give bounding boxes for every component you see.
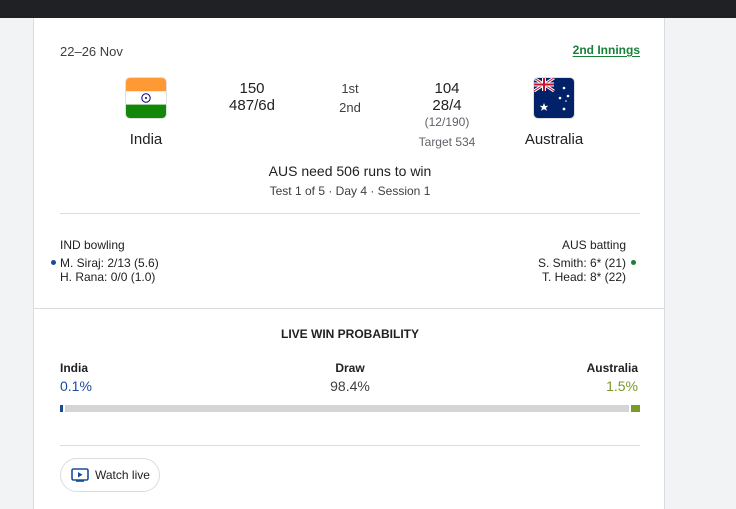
wp-india-value: 0.1%	[60, 378, 92, 394]
batter-1: S. Smith: 6* (21)	[537, 256, 626, 270]
batting-heading: AUS batting	[561, 238, 626, 252]
bowler-2: H. Rana: 0/0 (1.0)	[60, 270, 156, 284]
wp-bar-australia	[631, 405, 640, 412]
innings-2-label: 2nd	[339, 100, 361, 115]
live-indicator-icon	[51, 260, 56, 265]
home-score-2nd: 487/6d	[229, 97, 275, 114]
top-bar	[0, 0, 736, 18]
team-away-name: Australia	[524, 131, 584, 148]
bowling-heading: IND bowling	[60, 238, 125, 252]
win-probability-title: LIVE WIN PROBABILITY	[281, 327, 419, 341]
australia-flag-icon	[534, 78, 574, 118]
watch-live-button[interactable]: Watch live	[60, 458, 160, 492]
divider-middle	[34, 308, 664, 309]
bowling-panel: IND bowling M. Siraj: 2/13 (5.6) H. Rana…	[51, 238, 159, 284]
team-home-name: India	[129, 131, 163, 148]
wp-bar-draw	[65, 405, 630, 412]
batter-2: T. Head: 8* (22)	[541, 270, 626, 284]
team-home[interactable]: India	[86, 78, 206, 148]
watch-live-label: Watch live	[95, 468, 150, 482]
divider-bottom	[60, 445, 640, 446]
away-score: 104 28/4 (12/190) Target 534	[402, 80, 492, 150]
bowler-1: M. Siraj: 2/13 (5.6)	[60, 256, 159, 270]
wp-draw-value: 98.4%	[330, 378, 370, 394]
innings-link[interactable]: 2nd Innings	[573, 43, 640, 57]
wp-bar-india	[60, 405, 63, 412]
home-score-1st: 150	[239, 80, 265, 97]
wp-draw-label: Draw	[335, 361, 365, 375]
innings-1-label: 1st	[341, 81, 359, 96]
target-text: Target 534	[418, 135, 476, 149]
batting-panel: AUS batting S. Smith: 6* (21) T. Head: 8…	[537, 238, 636, 284]
bowler-row: M. Siraj: 2/13 (5.6)	[51, 256, 159, 270]
india-flag-icon	[126, 78, 166, 118]
team-away[interactable]: Australia	[494, 78, 614, 148]
match-sub-status: Test 1 of 5 · Day 4 · Session 1	[269, 184, 431, 198]
play-screen-icon	[71, 468, 89, 482]
match-dates: 22–26 Nov	[60, 44, 123, 59]
wp-australia-label: Australia	[586, 361, 638, 375]
win-probability-bar	[60, 405, 640, 412]
innings-labels: 1st 2nd	[320, 79, 380, 117]
match-card: 22–26 Nov 2nd Innings India 150 487/6d 1…	[33, 18, 665, 509]
wp-india-label: India	[60, 361, 89, 375]
away-overs: (12/190)	[424, 115, 470, 129]
away-score-2nd: 28/4	[432, 97, 462, 114]
wp-australia-value: 1.5%	[606, 378, 638, 394]
live-indicator-icon	[631, 260, 636, 265]
batter-row: S. Smith: 6* (21)	[537, 256, 636, 270]
match-status: AUS need 506 runs to win	[268, 163, 432, 179]
home-score: 150 487/6d	[212, 80, 292, 114]
away-score-1st: 104	[434, 80, 460, 97]
divider-top	[60, 213, 640, 214]
